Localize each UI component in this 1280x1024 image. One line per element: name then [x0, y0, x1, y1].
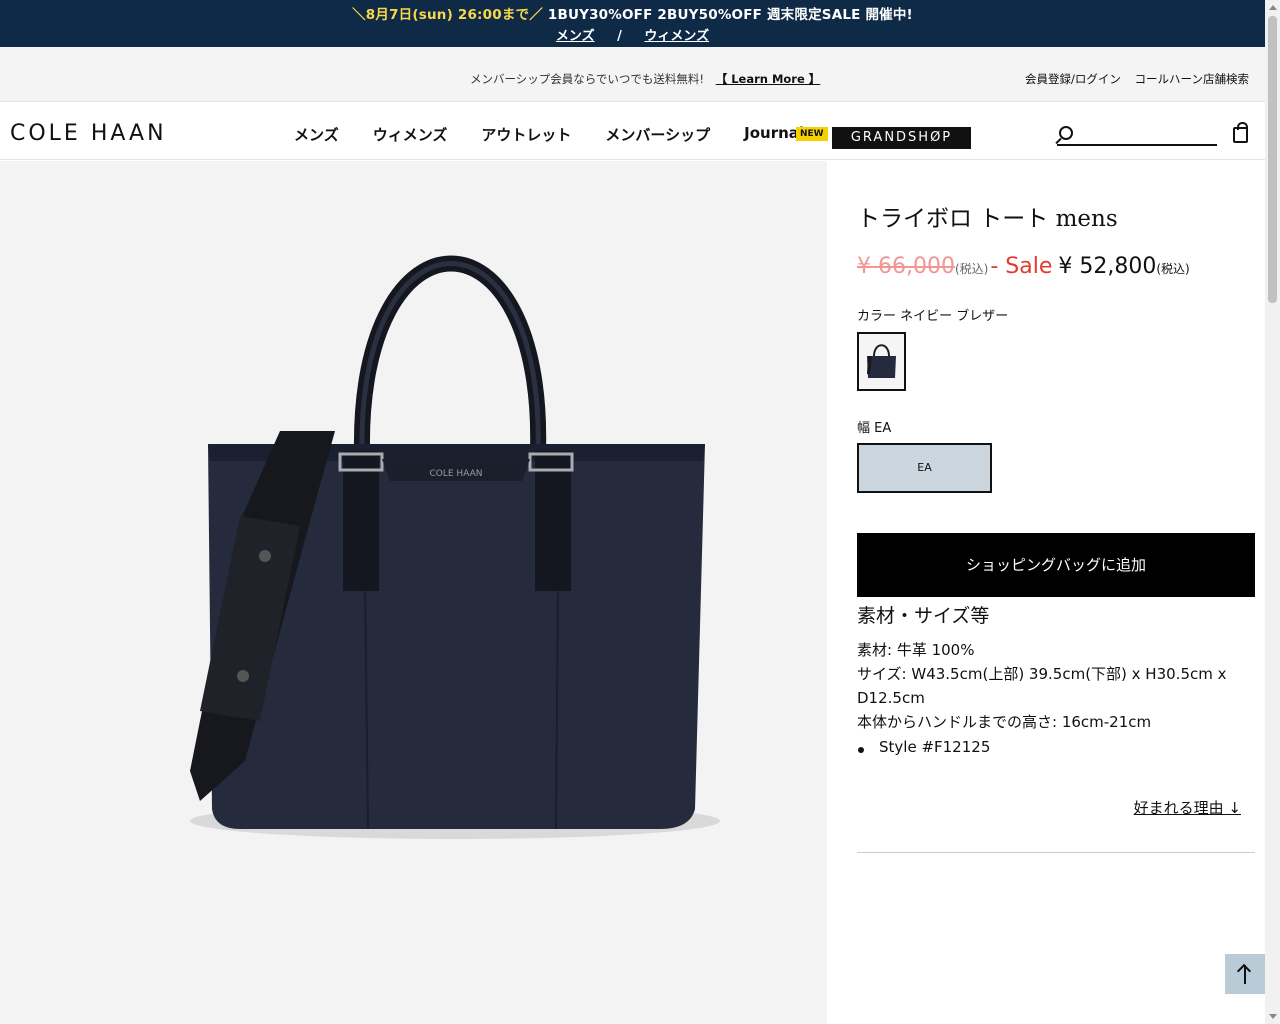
tax-label: (税込)	[954, 262, 989, 276]
search-icon[interactable]	[1059, 126, 1073, 140]
free-shipping-message: メンバーシップ会員ならでいつでも送料無料! 【 Learn More 】	[470, 71, 820, 87]
nav-item-outlet[interactable]: アウトレット	[481, 124, 571, 145]
price-row: ¥ 66,000(税込)- Sale ¥ 52,800(税込)	[857, 254, 1190, 279]
back-to-top-button[interactable]	[1225, 954, 1265, 994]
grandshop-button[interactable]: GRANDSHØP	[832, 127, 971, 149]
promo-links: メンズ / ウィメンズ	[0, 25, 1265, 44]
utility-bar: メンバーシップ会員ならでいつでも送料無料! 【 Learn More 】 会員登…	[0, 47, 1265, 102]
promo-link-mens[interactable]: メンズ	[556, 29, 595, 44]
spec-handle-height: 本体からハンドルまでの高さ: 16cm-21cm	[857, 713, 1152, 731]
spec-title: 素材・サイズ等	[857, 605, 990, 627]
product-title: トライボロ トート mens	[857, 206, 1118, 232]
promo-suffix: ／	[529, 7, 543, 23]
sale-label: - Sale	[990, 254, 1053, 279]
reason-link[interactable]: 好まれる理由 ↓	[1134, 797, 1241, 818]
store-search-link[interactable]: コールハーン店舗検索	[1135, 72, 1249, 86]
style-number-text: Style #F12125	[879, 738, 991, 756]
bag-logo-text: COLE HAAN	[430, 469, 483, 479]
product-image[interactable]: COLE HAAN	[0, 161, 827, 1024]
promo-text: ＼8月7日(sun) 26:00まで／ 1BUY30%OFF 2BUY50%OF…	[0, 3, 1265, 23]
promo-date: 8月7日(sun) 26:00まで	[365, 7, 530, 23]
promo-prefix: ＼	[352, 7, 366, 23]
new-badge: NEW	[796, 127, 828, 141]
spec-material: 素材: 牛革 100%	[857, 641, 975, 659]
shopping-bag-icon[interactable]	[1233, 122, 1248, 143]
sale-tax-label: (税込)	[1156, 262, 1190, 276]
search-input[interactable]	[1081, 124, 1215, 144]
width-label: 幅 EA	[857, 421, 892, 436]
login-link[interactable]: 会員登録/ログイン	[1025, 72, 1121, 86]
color-label: カラー ネイビー ブレザー	[857, 309, 1009, 324]
width-option-ea[interactable]: EA	[857, 443, 992, 493]
sale-price: ¥ 52,800	[1058, 254, 1157, 279]
nav-item-membership[interactable]: メンバーシップ	[605, 124, 710, 145]
promo-message: 1BUY30%OFF 2BUY50%OFF 週末限定SALE 開催中!	[547, 7, 913, 23]
scroll-thumb[interactable]	[1268, 16, 1277, 303]
swatch-bag-thumbnail	[867, 344, 896, 378]
spec-size: サイズ: W43.5cm(上部) 39.5cm(下部) x H30.5cm x …	[857, 665, 1227, 707]
tote-bag-illustration: COLE HAAN	[190, 255, 720, 839]
learn-more-link[interactable]: 【 Learn More 】	[716, 72, 821, 86]
divider	[857, 852, 1255, 853]
style-number: Style #F12125	[857, 738, 990, 756]
logo[interactable]: COLE HAAN	[10, 121, 167, 146]
color-swatch-navy[interactable]	[857, 332, 906, 391]
scroll-up-arrow-icon[interactable]	[1269, 5, 1277, 10]
add-to-bag-button[interactable]: ショッピングバッグに追加	[857, 533, 1255, 597]
scrollbar[interactable]	[1265, 0, 1280, 1024]
nav-item-mens[interactable]: メンズ	[294, 124, 339, 145]
scroll-down-arrow-icon[interactable]	[1269, 1014, 1277, 1019]
nav-menu: メンズ ウィメンズ アウトレット メンバーシップ Journal	[294, 124, 804, 145]
search-box	[1057, 124, 1217, 146]
nav-item-womens[interactable]: ウィメンズ	[373, 124, 448, 145]
promo-banner: ＼8月7日(sun) 26:00まで／ 1BUY30%OFF 2BUY50%OF…	[0, 0, 1265, 47]
spec-details: 素材: 牛革 100% サイズ: W43.5cm(上部) 39.5cm(下部) …	[857, 638, 1255, 734]
shipping-text: メンバーシップ会員ならでいつでも送料無料!	[470, 72, 705, 86]
account-links: 会員登録/ログイン コールハーン店舗検索	[1015, 71, 1249, 87]
promo-separator: /	[617, 29, 622, 44]
main-nav: COLE HAAN メンズ ウィメンズ アウトレット メンバーシップ Journ…	[0, 102, 1265, 160]
original-price: ¥ 66,000	[857, 254, 955, 279]
promo-link-womens[interactable]: ウィメンズ	[644, 29, 709, 44]
